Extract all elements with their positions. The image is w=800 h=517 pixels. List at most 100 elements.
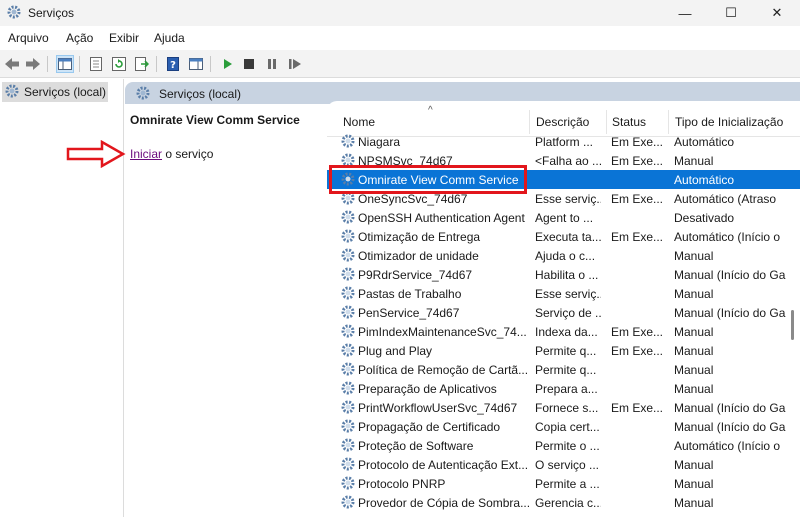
minimize-button[interactable]: — bbox=[662, 0, 708, 26]
service-gear-icon bbox=[340, 475, 356, 491]
service-description: Serviço de ... bbox=[535, 306, 601, 320]
service-description: Executa ta... bbox=[535, 230, 601, 244]
service-name: PrintWorkflowUserSvc_74d67 bbox=[358, 401, 518, 415]
table-row[interactable]: Otimizador de unidade Ajuda o c... Manual bbox=[327, 246, 800, 265]
column-header-status[interactable]: Status bbox=[612, 115, 646, 129]
action-pane-icon[interactable] bbox=[187, 55, 205, 73]
service-description: Permite a ... bbox=[535, 477, 600, 491]
restart-service-icon[interactable] bbox=[286, 55, 304, 73]
service-name: PenService_74d67 bbox=[358, 306, 460, 320]
tree-item-services-local[interactable]: Serviços (local) bbox=[2, 82, 108, 102]
table-row[interactable]: P9RdrService_74d67 Habilita o ... Manual (… bbox=[327, 265, 800, 284]
help-icon[interactable]: ? bbox=[164, 55, 182, 73]
menu-arquivo[interactable]: Arquivo bbox=[8, 31, 49, 45]
service-description: Permite q... bbox=[535, 344, 597, 358]
table-row[interactable]: Pastas de Trabalho Esse serviç... Manual bbox=[327, 284, 800, 303]
stop-service-icon[interactable] bbox=[240, 55, 258, 73]
refresh-icon[interactable] bbox=[110, 55, 128, 73]
service-startup-type: Automático (Início o bbox=[674, 230, 781, 244]
service-startup-type: Manual bbox=[674, 344, 714, 358]
service-name: Plug and Play bbox=[358, 344, 433, 358]
service-status: Em Exe... bbox=[611, 230, 664, 244]
service-startup-type: Manual bbox=[674, 382, 714, 396]
table-row[interactable]: PrintWorkflowUserSvc_74d67 Fornece s... Em… bbox=[327, 398, 800, 417]
service-name: Preparação de Aplicativos bbox=[358, 382, 497, 396]
close-button[interactable]: ✕ bbox=[754, 0, 800, 26]
table-row[interactable]: Proteção de Software Permite o ... Automát… bbox=[327, 436, 800, 455]
menu-ajuda[interactable]: Ajuda bbox=[154, 31, 185, 45]
service-startup-type: Manual (Início do Ga bbox=[674, 420, 786, 434]
service-description: Habilita o ... bbox=[535, 268, 599, 282]
service-status: Em Exe... bbox=[611, 192, 664, 206]
service-startup-type: Automático bbox=[674, 135, 735, 149]
service-status: Em Exe... bbox=[611, 325, 664, 339]
export-list-icon[interactable] bbox=[133, 55, 151, 73]
menu-exibir[interactable]: Exibir bbox=[109, 31, 139, 45]
service-status: Em Exe... bbox=[611, 154, 664, 168]
service-gear-icon bbox=[340, 285, 356, 301]
service-status: Em Exe... bbox=[611, 344, 664, 358]
start-service-icon[interactable] bbox=[219, 55, 237, 73]
service-gear-icon bbox=[340, 133, 356, 149]
service-name: Otimização de Entrega bbox=[358, 230, 481, 244]
service-gear-icon bbox=[340, 228, 356, 244]
maximize-button[interactable]: ☐ bbox=[708, 0, 754, 26]
table-row[interactable]: Provedor de Cópia de Sombra... Gerencia c… bbox=[327, 493, 800, 512]
toolbar: ? bbox=[0, 50, 800, 78]
service-gear-icon bbox=[340, 437, 356, 453]
column-header-description[interactable]: Descrição bbox=[536, 115, 589, 129]
service-description: Prepara a... bbox=[535, 382, 598, 396]
service-gear-icon bbox=[340, 342, 356, 358]
service-startup-type: Manual (Início do Ga bbox=[674, 306, 786, 320]
table-row[interactable]: Preparação de Aplicativos Prepara a... Man… bbox=[327, 379, 800, 398]
service-description: <Falha ao ... bbox=[535, 154, 601, 168]
service-startup-type: Manual bbox=[674, 287, 714, 301]
vertical-scrollbar[interactable] bbox=[791, 310, 794, 340]
properties-icon[interactable] bbox=[87, 55, 105, 73]
services-table: ^ Nome Descrição Status Tipo de Iniciali… bbox=[327, 101, 800, 517]
table-row[interactable]: PenService_74d67 Serviço de ... Manual (In… bbox=[327, 303, 800, 322]
service-startup-type: Manual bbox=[674, 249, 714, 263]
service-name: Niagara bbox=[358, 135, 401, 149]
service-startup-type: Desativado bbox=[674, 211, 735, 225]
service-startup-type: Manual (Início do Ga bbox=[674, 401, 786, 415]
table-row[interactable]: Protocolo de Autenticação Ext... O serviç… bbox=[327, 455, 800, 474]
service-gear-icon bbox=[340, 399, 356, 415]
service-gear-icon bbox=[340, 361, 356, 377]
table-row[interactable]: Propagação de Certificado Copia cert... Ma… bbox=[327, 417, 800, 436]
service-name: Otimizador de unidade bbox=[358, 249, 479, 263]
column-header-name[interactable]: Nome bbox=[343, 115, 375, 129]
service-gear-icon bbox=[340, 304, 356, 320]
start-service-suffix: o serviço bbox=[162, 147, 214, 161]
service-gear-icon bbox=[340, 209, 356, 225]
service-name: Propagação de Certificado bbox=[358, 420, 501, 434]
service-gear-icon bbox=[340, 266, 356, 282]
table-row[interactable]: Plug and Play Permite q... Em Exe... Manual bbox=[327, 341, 800, 360]
pause-service-icon[interactable] bbox=[263, 55, 281, 73]
table-row[interactable]: Protocolo PNRP Permite a ... Manual bbox=[327, 474, 800, 493]
service-startup-type: Manual bbox=[674, 496, 714, 510]
console-tree-icon[interactable] bbox=[56, 55, 74, 73]
service-description: Permite q... bbox=[535, 363, 597, 377]
tree-item-label: Serviços (local) bbox=[24, 85, 107, 99]
table-row[interactable]: Política de Remoção de Cartã... Permite q… bbox=[327, 360, 800, 379]
table-row[interactable]: PimIndexMaintenanceSvc_74... Indexa da...… bbox=[327, 322, 800, 341]
table-row[interactable]: Otimização de Entrega Executa ta... Em Exe… bbox=[327, 227, 800, 246]
panel-header-title: Serviços (local) bbox=[159, 87, 242, 101]
service-name: Protocolo de Autenticação Ext... bbox=[358, 458, 529, 472]
back-arrow-icon[interactable] bbox=[3, 55, 21, 73]
column-header-startup-type[interactable]: Tipo de Inicialização bbox=[675, 115, 783, 129]
forward-arrow-icon[interactable] bbox=[24, 55, 42, 73]
start-service-link[interactable]: Iniciar bbox=[130, 147, 162, 161]
menu-bar: Arquivo Ação Exibir Ajuda bbox=[0, 28, 800, 50]
service-description: O serviço ... bbox=[535, 458, 600, 472]
svg-text:?: ? bbox=[170, 60, 176, 71]
service-startup-type: Manual bbox=[674, 477, 714, 491]
start-service-link-line: Iniciar o serviço bbox=[130, 147, 213, 161]
table-row[interactable]: OpenSSH Authentication Agent Agent to ...… bbox=[327, 208, 800, 227]
service-gear-icon bbox=[340, 247, 356, 263]
service-description: Platform ... bbox=[535, 135, 594, 149]
service-name: PimIndexMaintenanceSvc_74... bbox=[358, 325, 527, 339]
menu-acao[interactable]: Ação bbox=[66, 31, 93, 45]
table-row[interactable]: Niagara Platform ... Em Exe... Automático bbox=[327, 132, 800, 151]
